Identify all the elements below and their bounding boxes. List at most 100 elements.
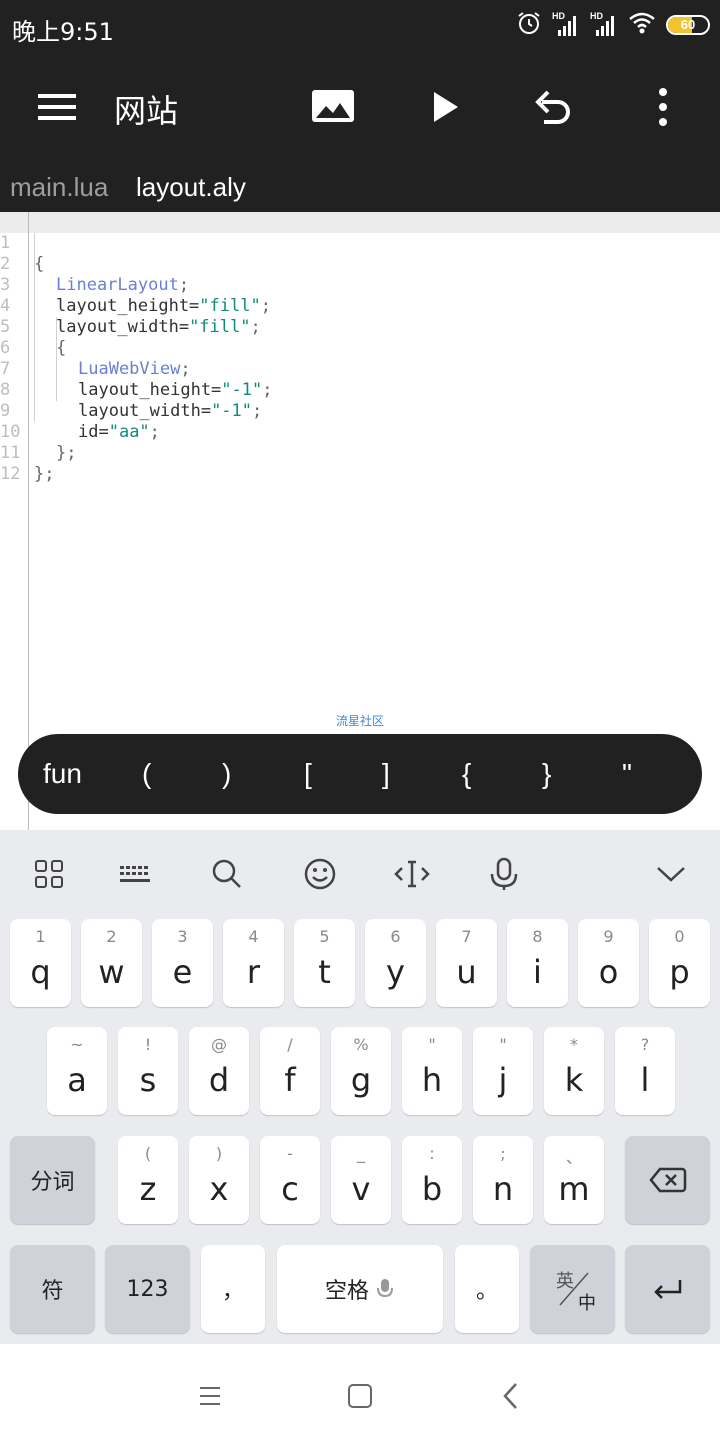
symbol-fun[interactable]: fun bbox=[43, 758, 82, 790]
symbol-open-brace[interactable]: { bbox=[462, 758, 471, 790]
key-label: d bbox=[208, 1061, 230, 1099]
code-line: 1 { bbox=[0, 212, 720, 274]
key-r[interactable]: 4r bbox=[223, 919, 284, 1007]
microphone-icon[interactable] bbox=[484, 854, 524, 894]
status-time: 晚上9:51 bbox=[12, 18, 114, 46]
code-line: 11 }; bbox=[0, 443, 55, 484]
numbers-key[interactable]: 123 bbox=[105, 1245, 190, 1333]
key-hint: ( bbox=[144, 1144, 152, 1163]
search-icon[interactable] bbox=[207, 854, 247, 894]
back-icon[interactable] bbox=[492, 1376, 532, 1416]
more-options-icon[interactable] bbox=[638, 82, 688, 132]
key-hint: 6 bbox=[390, 927, 401, 946]
key-hint: - bbox=[287, 1144, 293, 1163]
symbol-close-paren[interactable]: ) bbox=[222, 758, 231, 790]
tab-main-lua[interactable]: main.lua bbox=[10, 172, 108, 203]
image-icon[interactable] bbox=[308, 82, 358, 132]
tab-layout-aly[interactable]: layout.aly bbox=[136, 172, 246, 203]
key-p[interactable]: 0p bbox=[649, 919, 710, 1007]
key-h[interactable]: " h bbox=[402, 1027, 462, 1115]
enter-icon bbox=[653, 1280, 681, 1299]
status-icons: HD HD 60 bbox=[516, 10, 710, 40]
key-label: t bbox=[318, 953, 331, 991]
key-label: i bbox=[533, 953, 542, 991]
key-hint: " bbox=[499, 1035, 507, 1054]
symbol-close-brace[interactable]: } bbox=[542, 758, 551, 790]
key-label: h bbox=[421, 1061, 443, 1099]
menu-icon[interactable] bbox=[32, 82, 82, 132]
keyboard-layout-icon[interactable] bbox=[115, 854, 155, 894]
chevron-down-icon[interactable] bbox=[651, 854, 691, 894]
wifi-icon bbox=[628, 11, 656, 40]
code-line: 3 layout_height="fill"; bbox=[0, 275, 271, 316]
undo-icon[interactable] bbox=[528, 82, 578, 132]
key-e[interactable]: 3e bbox=[152, 919, 213, 1007]
key-hint: 5 bbox=[319, 927, 330, 946]
key-a[interactable]: ~ a bbox=[47, 1027, 107, 1115]
key-hint: 2 bbox=[106, 927, 117, 946]
key-c[interactable]: -c bbox=[260, 1136, 320, 1224]
key-t[interactable]: 5t bbox=[294, 919, 355, 1007]
run-icon[interactable] bbox=[420, 82, 470, 132]
key-u[interactable]: 7u bbox=[436, 919, 497, 1007]
key-b[interactable]: :b bbox=[402, 1136, 462, 1224]
cursor-icon[interactable] bbox=[392, 854, 432, 894]
line-number: 12 bbox=[0, 464, 21, 484]
key-v[interactable]: _ v bbox=[331, 1136, 391, 1224]
key-hint: : bbox=[429, 1144, 435, 1163]
key-hint: 1 bbox=[35, 927, 46, 946]
app-toolbar: 网站 bbox=[0, 52, 720, 162]
key-m[interactable]: 、 m bbox=[544, 1136, 604, 1224]
backspace-key[interactable] bbox=[625, 1136, 710, 1224]
key-label: p bbox=[669, 953, 690, 991]
symbol-quote[interactable]: " bbox=[622, 758, 632, 790]
key-d[interactable]: @ d bbox=[189, 1027, 249, 1115]
symbols-key[interactable]: 符 bbox=[10, 1245, 95, 1333]
key-label: j bbox=[498, 1061, 508, 1099]
key-label: e bbox=[172, 953, 193, 991]
symbol-close-bracket[interactable]: ] bbox=[382, 758, 390, 790]
key-g[interactable]: % g bbox=[331, 1027, 391, 1115]
key-s[interactable]: ! s bbox=[118, 1027, 178, 1115]
navigation-bar bbox=[0, 1344, 720, 1440]
key-hint: % bbox=[353, 1035, 369, 1054]
symbol-open-bracket[interactable]: [ bbox=[304, 758, 312, 790]
page-title: 网站 bbox=[114, 92, 179, 130]
language-switch-key[interactable]: 英 中 bbox=[530, 1245, 615, 1333]
key-l[interactable]: ? l bbox=[615, 1027, 675, 1115]
signal-2-icon: HD bbox=[590, 12, 618, 38]
watermark: 流星社区 bbox=[335, 714, 384, 728]
comma-key[interactable]: ， bbox=[201, 1245, 265, 1333]
key-n[interactable]: ; n bbox=[473, 1136, 533, 1224]
code-line: 6 LuaWebView; bbox=[0, 338, 191, 379]
key-label: q bbox=[30, 953, 51, 991]
key-x[interactable]: ) x bbox=[189, 1136, 249, 1224]
backspace-icon bbox=[648, 1167, 686, 1193]
key-z[interactable]: (z bbox=[118, 1136, 178, 1224]
key-f[interactable]: / f bbox=[260, 1027, 320, 1115]
key-i[interactable]: 8i bbox=[507, 919, 568, 1007]
home-icon[interactable] bbox=[340, 1376, 380, 1416]
recents-icon[interactable] bbox=[190, 1376, 230, 1416]
slash-icon bbox=[559, 1272, 589, 1306]
emoji-icon[interactable] bbox=[300, 854, 340, 894]
signal-1-icon: HD bbox=[552, 12, 580, 38]
key-j[interactable]: " j bbox=[473, 1027, 533, 1115]
key-o[interactable]: 9o bbox=[578, 919, 639, 1007]
fenci-key[interactable]: 分词 bbox=[10, 1136, 95, 1224]
period-key[interactable]: 。 bbox=[455, 1245, 519, 1333]
key-label: g bbox=[350, 1061, 372, 1099]
enter-key[interactable] bbox=[625, 1245, 710, 1333]
alarm-icon bbox=[516, 10, 542, 41]
key-k[interactable]: * k bbox=[544, 1027, 604, 1115]
status-bar: 晚上9:51 HD HD 60 bbox=[0, 0, 720, 52]
key-q[interactable]: 1q bbox=[10, 919, 71, 1007]
space-key[interactable]: 空格 bbox=[277, 1245, 443, 1333]
symbol-open-paren[interactable]: ( bbox=[142, 758, 151, 790]
battery-icon: 60 bbox=[666, 15, 710, 35]
key-y[interactable]: 6y bbox=[365, 919, 426, 1007]
key-label: x bbox=[209, 1170, 229, 1208]
key-w[interactable]: 2w bbox=[81, 919, 142, 1007]
key-hint: ! bbox=[144, 1035, 152, 1054]
grid-icon[interactable] bbox=[29, 854, 69, 894]
